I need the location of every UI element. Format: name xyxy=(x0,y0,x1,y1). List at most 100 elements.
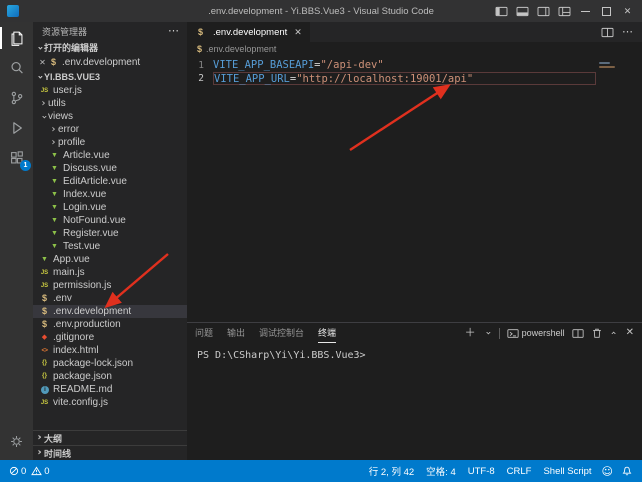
tree-item[interactable]: ▼Article.vue xyxy=(33,149,187,162)
json-file-icon: {} xyxy=(39,360,50,367)
search-icon[interactable] xyxy=(0,53,33,83)
tab-env-development[interactable]: $ .env.development ✕ xyxy=(187,22,310,42)
vue-file-icon: ▼ xyxy=(49,243,60,250)
minimize-icon[interactable] xyxy=(575,1,596,21)
minimap-line xyxy=(599,62,610,64)
tree-item[interactable]: ›profile xyxy=(33,136,187,149)
terminal-session-powershell[interactable]: powershell xyxy=(507,328,565,339)
maximize-panel-icon[interactable]: › xyxy=(609,329,619,338)
close-panel-icon[interactable]: ✕ xyxy=(626,328,634,338)
tree-item-label: index.html xyxy=(53,345,99,356)
timeline-section-header[interactable]: › 时间线 xyxy=(33,445,187,460)
tree-item[interactable]: JSuser.js xyxy=(33,84,187,97)
status-item[interactable]: 行 2, 列 42 xyxy=(363,464,420,478)
status-right-items: 行 2, 列 42空格: 4UTF-8CRLFShell Script xyxy=(363,464,598,478)
vue-file-icon: ▼ xyxy=(49,204,60,211)
chevron-right-icon: › xyxy=(35,433,44,443)
toggle-sidebar-icon[interactable] xyxy=(491,1,512,21)
problems-status[interactable]: 0 0 xyxy=(5,466,54,477)
tree-item[interactable]: $.env xyxy=(33,292,187,305)
open-editors-header[interactable]: › 打开的编辑器 xyxy=(33,40,187,55)
close-editor-icon[interactable]: ✕ xyxy=(37,58,48,67)
status-item[interactable]: UTF-8 xyxy=(462,466,501,477)
status-item[interactable]: 空格: 4 xyxy=(420,464,462,478)
tree-item[interactable]: ›error xyxy=(33,123,187,136)
more-actions-icon[interactable]: ⋯ xyxy=(168,28,179,34)
tree-item[interactable]: ▼EditArticle.vue xyxy=(33,175,187,188)
tree-item[interactable]: JSvite.config.js xyxy=(33,396,187,409)
terminal-output[interactable]: PS D:\CSharp\Yi\Yi.BBS.Vue3> xyxy=(187,343,642,460)
project-section-header[interactable]: › YI.BBS.VUE3 xyxy=(33,69,187,84)
error-count: 0 xyxy=(21,466,26,477)
panel-tab[interactable]: 输出 xyxy=(227,323,245,343)
minimap[interactable] xyxy=(596,56,642,322)
code-line-1[interactable]: 1VITE_APP_BASEAPI="/api-dev" xyxy=(187,59,642,72)
code-editor[interactable]: 1VITE_APP_BASEAPI="/api-dev"2VITE_APP_UR… xyxy=(187,56,642,322)
status-item[interactable]: Shell Script xyxy=(537,466,597,477)
tree-item-label: vite.config.js xyxy=(53,397,108,408)
split-terminal-icon[interactable] xyxy=(572,328,584,339)
tree-item[interactable]: ▼App.vue xyxy=(33,253,187,266)
customize-layout-icon[interactable] xyxy=(554,1,575,21)
editor-tab-bar: $ .env.development ✕ ⋯ xyxy=(187,22,642,42)
tree-item[interactable]: $.env.production xyxy=(33,318,187,331)
toggle-panel-icon[interactable] xyxy=(512,1,533,21)
status-item[interactable]: CRLF xyxy=(501,466,538,477)
settings-gear-icon[interactable] xyxy=(0,426,33,456)
code-lines: 1VITE_APP_BASEAPI="/api-dev"2VITE_APP_UR… xyxy=(187,59,642,85)
tree-item[interactable]: {}package.json xyxy=(33,370,187,383)
tree-item[interactable]: JSpermission.js xyxy=(33,279,187,292)
tree-item-label: Article.vue xyxy=(63,150,110,161)
source-control-icon[interactable] xyxy=(0,83,33,113)
warning-count: 0 xyxy=(44,466,49,477)
shell-file-icon: $ xyxy=(39,320,50,329)
tree-item-label: .env.development xyxy=(53,306,131,317)
tree-item[interactable]: ▼Index.vue xyxy=(33,188,187,201)
open-editor-item[interactable]: ✕ $ .env.development xyxy=(33,55,187,69)
tree-item[interactable]: ▼NotFound.vue xyxy=(33,214,187,227)
code-line-2[interactable]: 2VITE_APP_URL="http://localhost:19001/ap… xyxy=(187,72,642,85)
js-file-icon: JS xyxy=(39,270,50,276)
tree-item[interactable]: ›views xyxy=(33,110,187,123)
panel-tab[interactable]: 问题 xyxy=(195,323,213,343)
kill-terminal-trash-icon[interactable] xyxy=(591,327,603,339)
shell-file-icon: $ xyxy=(48,58,59,67)
activity-bar: 1 xyxy=(0,22,33,460)
tree-item[interactable]: ›utils xyxy=(33,97,187,110)
outline-section-header[interactable]: › 大纲 xyxy=(33,430,187,445)
maximize-icon[interactable] xyxy=(596,1,617,21)
breadcrumb[interactable]: $ .env.development xyxy=(187,42,642,56)
close-window-icon[interactable]: ✕ xyxy=(617,1,638,21)
extensions-icon[interactable]: 1 xyxy=(0,143,33,173)
tree-item[interactable]: ▼Register.vue xyxy=(33,227,187,240)
vue-file-icon: ▼ xyxy=(49,217,60,224)
tree-item[interactable]: $.env.development xyxy=(33,305,187,318)
open-editor-label: .env.development xyxy=(62,57,140,68)
tree-item[interactable]: ▼Login.vue xyxy=(33,201,187,214)
more-actions-icon[interactable]: ⋯ xyxy=(622,27,633,38)
tree-item[interactable]: ▼Discuss.vue xyxy=(33,162,187,175)
feedback-smiley-icon[interactable]: ☺ xyxy=(598,465,617,478)
tree-item[interactable]: iREADME.md xyxy=(33,383,187,396)
tree-item[interactable]: <>index.html xyxy=(33,344,187,357)
extensions-badge: 1 xyxy=(20,160,31,171)
chevron-down-icon[interactable]: › xyxy=(482,329,492,338)
tree-item[interactable]: JSmain.js xyxy=(33,266,187,279)
new-terminal-icon[interactable]: ＋ xyxy=(465,328,476,339)
tree-item-label: .env xyxy=(53,293,72,304)
tree-item[interactable]: {}package-lock.json xyxy=(33,357,187,370)
panel-tab[interactable]: 终端 xyxy=(318,323,336,343)
close-tab-icon[interactable]: ✕ xyxy=(294,27,302,38)
sidebar-filler xyxy=(33,409,187,430)
line-number: 2 xyxy=(187,73,213,84)
token-key: VITE_APP_URL xyxy=(214,73,290,85)
tree-item[interactable]: ◆.gitignore xyxy=(33,331,187,344)
split-editor-icon[interactable] xyxy=(601,27,614,38)
run-debug-icon[interactable] xyxy=(0,113,33,143)
js-file-icon: JS xyxy=(39,400,50,406)
explorer-icon[interactable] xyxy=(0,23,33,53)
toggle-secondary-sidebar-icon[interactable] xyxy=(533,1,554,21)
tree-item[interactable]: ▼Test.vue xyxy=(33,240,187,253)
panel-tab[interactable]: 调试控制台 xyxy=(259,323,304,343)
notifications-bell-icon[interactable] xyxy=(617,465,637,477)
